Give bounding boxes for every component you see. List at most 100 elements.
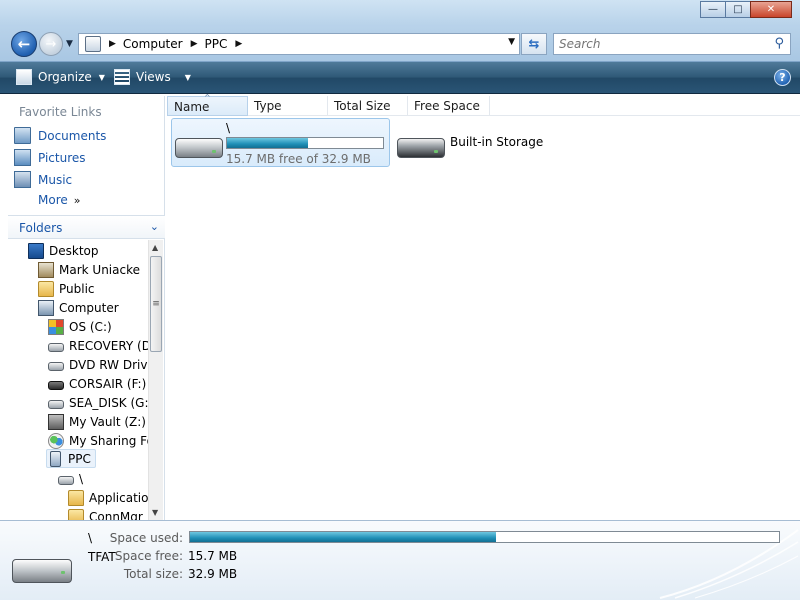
drive-icon: [175, 138, 223, 158]
tree-item-recovery-d[interactable]: RECOVERY (D:): [48, 336, 148, 355]
favorite-link-music[interactable]: Music: [14, 171, 72, 188]
minimize-button[interactable]: —: [700, 1, 726, 18]
tree-item-application[interactable]: Application: [68, 488, 148, 507]
chevron-down-icon: ▼: [98, 72, 105, 82]
tree-item-label: DVD RW Drive: [69, 357, 148, 372]
help-button[interactable]: ?: [774, 69, 791, 86]
dvd-drive-icon: [48, 362, 64, 371]
removable-drive-icon: [48, 381, 64, 390]
column-header-label: Free Space: [414, 99, 480, 113]
ppc-device-icon: [85, 36, 101, 52]
ppc-device-icon: [50, 450, 61, 467]
drive-icon: [48, 343, 64, 352]
tree-item-label: Mark Uniacke: [59, 262, 140, 277]
drive-tile-built-in-storage[interactable]: Built-in Storage: [397, 130, 557, 166]
drive-usage-bar: [226, 137, 384, 149]
window-controls: — □ ✕: [700, 1, 792, 18]
tree-item-label: OS (C:): [69, 319, 112, 334]
space-used-label: Space used:: [109, 531, 183, 545]
sharing-folder-icon: [48, 432, 64, 449]
drive-usage-fill: [227, 138, 309, 148]
tree-item-sea-disk-g[interactable]: SEA_DISK (G:): [48, 393, 148, 412]
scroll-up-icon[interactable]: ▲: [152, 243, 158, 252]
column-header-label: Name: [174, 100, 210, 114]
tree-item-os-c[interactable]: OS (C:): [48, 317, 112, 336]
tree-item-dvd-rw-drive[interactable]: DVD RW Drive: [48, 355, 148, 374]
tree-item-label: PPC: [68, 451, 91, 466]
details-drive-name: \: [88, 531, 93, 545]
tree-item-corsair-f[interactable]: CORSAIR (F:): [48, 374, 146, 393]
file-list: \ 15.7 MB free of 32.9 MB Built-in Stora…: [167, 116, 800, 520]
drive-name: \: [226, 121, 231, 135]
breadcrumb-separator[interactable]: ▶: [235, 39, 242, 49]
chevron-down-icon: ⌄: [149, 220, 159, 233]
scroll-down-icon[interactable]: ▼: [152, 508, 158, 517]
scrollbar-thumb[interactable]: ≡: [150, 256, 162, 352]
refresh-icon: ⇆: [528, 36, 540, 52]
tree-item-my-sharing-folders[interactable]: My Sharing Fo: [48, 431, 148, 450]
space-used-bar: [189, 531, 780, 543]
recent-pages-dropdown[interactable]: ▼: [66, 39, 73, 49]
chevron-down-icon: ▼: [184, 72, 191, 82]
breadcrumb-separator[interactable]: ▶: [191, 39, 198, 49]
drive-icon: [58, 476, 74, 485]
folder-tree-scrollbar[interactable]: ▲ ≡ ▼: [148, 240, 163, 520]
tree-item-label: My Sharing Fo: [69, 433, 148, 448]
favorite-link-documents[interactable]: Documents: [14, 127, 106, 144]
back-button[interactable]: ←: [11, 31, 37, 57]
tree-item-label: My Vault (Z:): [69, 414, 146, 429]
address-dropdown-icon[interactable]: ▼: [508, 37, 515, 47]
tree-item-label: ConnMgr: [89, 509, 143, 521]
tree-item-mark-uniacke[interactable]: Mark Uniacke: [38, 260, 140, 279]
views-button[interactable]: Views ▼: [114, 69, 191, 85]
tree-item-computer[interactable]: Computer: [38, 298, 119, 317]
organize-button[interactable]: Organize ▼: [16, 69, 105, 85]
favorite-link-label: Pictures: [38, 150, 86, 165]
maximize-button[interactable]: □: [725, 1, 751, 18]
column-header-total-size[interactable]: Total Size: [328, 96, 408, 116]
column-header-name[interactable]: ^ Name: [167, 93, 248, 116]
storage-drive-icon: [397, 138, 445, 158]
drive-tile-root[interactable]: \ 15.7 MB free of 32.9 MB: [171, 118, 390, 167]
folders-header[interactable]: Folders ⌄: [8, 215, 165, 239]
refresh-button[interactable]: ⇆: [521, 33, 547, 55]
command-bar: Organize ▼ Views ▼ ?: [0, 62, 800, 94]
space-used-fill: [190, 532, 497, 542]
search-input[interactable]: [559, 37, 759, 51]
documents-icon: [14, 127, 31, 144]
tree-item-ppc[interactable]: PPC: [46, 449, 96, 468]
search-icon[interactable]: ⚲: [774, 36, 784, 51]
column-header-type[interactable]: Type: [248, 96, 328, 116]
vault-icon: [48, 413, 64, 430]
navigation-pane: Favorite Links Documents Pictures Music …: [8, 96, 165, 520]
favorite-link-label: Documents: [38, 128, 107, 143]
drive-icon: [12, 559, 72, 583]
column-header-label: Type: [254, 99, 282, 113]
folders-title: Folders: [19, 221, 63, 235]
tree-item-label: Computer: [59, 300, 119, 315]
space-free-label: Space free:: [114, 549, 183, 563]
forward-button[interactable]: →: [39, 32, 63, 56]
back-arrow-icon: ←: [17, 35, 31, 53]
tree-item-my-vault-z[interactable]: My Vault (Z:): [48, 412, 146, 431]
tree-item-public[interactable]: Public: [38, 279, 95, 298]
total-size-value: 32.9 MB: [188, 567, 238, 581]
favorite-links-more[interactable]: More »: [38, 193, 80, 207]
drive-free-text: 15.7 MB free of 32.9 MB: [226, 152, 371, 166]
breadcrumb-computer[interactable]: Computer: [123, 37, 183, 51]
column-header-label: Total Size: [334, 99, 391, 113]
search-box[interactable]: ⚲: [553, 33, 791, 55]
address-bar[interactable]: ▶ Computer ▶ PPC ▶ ▼: [78, 33, 520, 55]
tree-item-label: SEA_DISK (G:): [69, 395, 148, 410]
tree-item-root[interactable]: \: [58, 469, 83, 488]
tree-item-connmgr[interactable]: ConnMgr: [68, 507, 143, 520]
close-button[interactable]: ✕: [750, 1, 792, 18]
breadcrumb-separator[interactable]: ▶: [109, 39, 116, 49]
user-icon: [38, 261, 54, 278]
tree-item-label: CORSAIR (F:): [69, 376, 147, 391]
breadcrumb-ppc[interactable]: PPC: [205, 37, 228, 51]
column-header-free-space[interactable]: Free Space: [408, 96, 490, 116]
tree-item-desktop[interactable]: Desktop: [28, 241, 99, 260]
favorite-link-pictures[interactable]: Pictures: [14, 149, 86, 166]
folder-icon: [38, 280, 54, 297]
